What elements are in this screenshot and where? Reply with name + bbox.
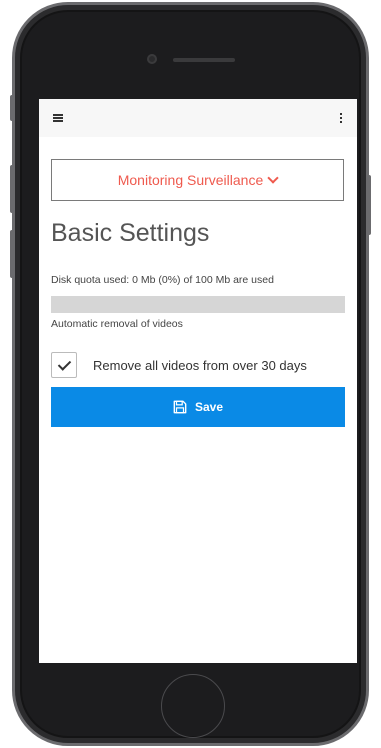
app-screen: Monitoring Surveillance Basic Settings D… [39, 99, 357, 663]
checkmark-icon [57, 357, 72, 371]
disk-quota-progress-bar [51, 296, 345, 313]
save-button[interactable]: Save [51, 387, 345, 427]
floppy-disk-icon [173, 400, 187, 414]
auto-removal-label: Automatic removal of videos [51, 318, 183, 330]
power-button [367, 175, 371, 235]
page-title: Basic Settings [51, 219, 210, 247]
dropdown-label: Monitoring Surveillance [117, 172, 264, 188]
home-button[interactable] [161, 674, 225, 738]
hamburger-menu-icon[interactable] [53, 114, 63, 122]
front-camera [147, 54, 157, 64]
mute-switch [10, 95, 14, 121]
top-bar [39, 99, 357, 137]
remove-videos-label: Remove all videos from over 30 days [93, 357, 307, 373]
chevron-down-icon [267, 172, 279, 184]
volume-down-button [10, 230, 14, 278]
save-button-label: Save [194, 400, 224, 414]
volume-up-button [10, 165, 14, 213]
kebab-more-icon[interactable] [340, 113, 343, 124]
remove-videos-checkbox[interactable] [51, 352, 77, 378]
camera-select-dropdown[interactable]: Monitoring Surveillance [51, 159, 344, 201]
earpiece-speaker [173, 58, 235, 62]
remove-videos-option[interactable]: Remove all videos from over 30 days [51, 352, 307, 378]
disk-quota-text: Disk quota used: 0 Mb (0%) of 100 Mb are… [51, 274, 274, 286]
